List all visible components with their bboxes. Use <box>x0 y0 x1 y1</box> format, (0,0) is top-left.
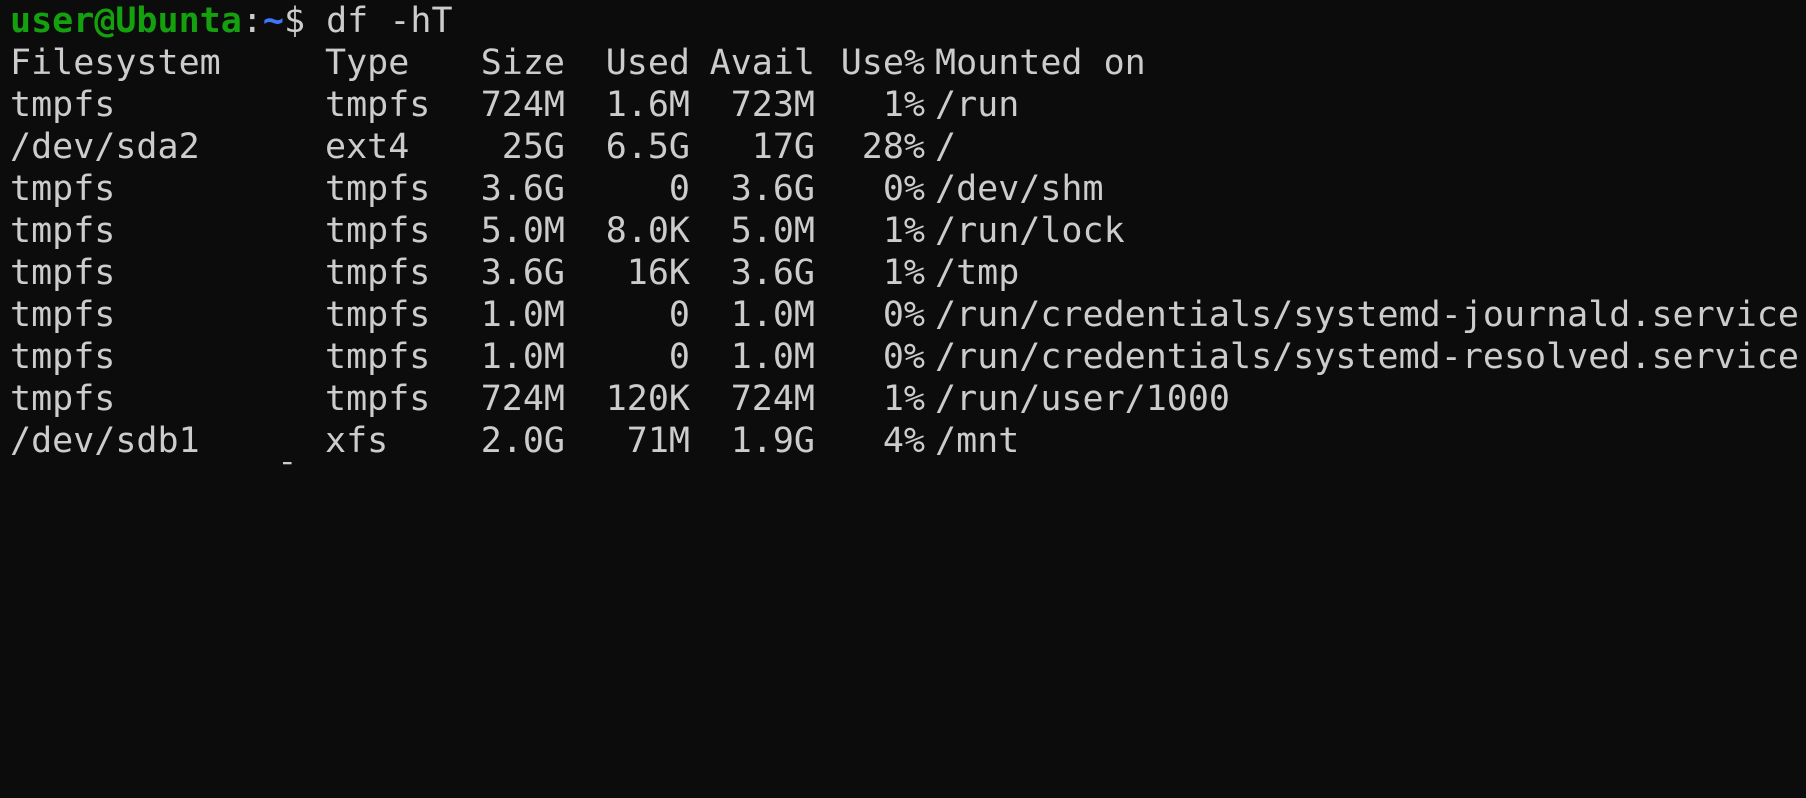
header-used: Used <box>605 43 690 83</box>
cell-size: 5.0M <box>480 211 565 251</box>
cell-avail: 17G <box>751 127 815 167</box>
cell-mounted-on: /dev/shm <box>935 169 1104 209</box>
terminal-window[interactable]: user@Ubunta:~$ df -hT Filesystem Type Si… <box>10 0 1806 470</box>
cell-size: 3.6G <box>480 253 565 293</box>
cell-size: 724M <box>480 85 565 125</box>
cell-used: 6.5G <box>605 127 690 167</box>
cell-type: tmpfs <box>325 295 431 335</box>
header-mounted-on: Mounted on <box>935 43 1146 83</box>
cell-filesystem: tmpfs <box>10 85 116 125</box>
cell-size: 724M <box>480 379 565 419</box>
cell-used: 0 <box>668 295 690 335</box>
cell-size: 25G <box>501 127 565 167</box>
cell-mounted-on: /tmp <box>935 253 1020 293</box>
cell-filesystem: tmpfs <box>10 379 116 419</box>
cell-size: 3.6G <box>480 169 565 209</box>
cell-use-percent: 28% <box>861 127 925 167</box>
table-row: tmpfs tmpfs 3.6G 0 3.6G 0% /dev/shm <box>10 168 1806 210</box>
header-type: Type <box>325 43 410 83</box>
cell-type: xfs <box>325 421 389 461</box>
cell-type: tmpfs <box>325 253 431 293</box>
cell-use-percent: 4% <box>882 421 925 461</box>
table-row: /dev/sda2 ext4 25G 6.5G 17G 28% / <box>10 126 1806 168</box>
cell-filesystem: /dev/sdb1 <box>10 421 200 461</box>
cell-type: tmpfs <box>325 379 431 419</box>
cell-avail: 1.9G <box>730 421 815 461</box>
cell-use-percent: 1% <box>882 211 925 251</box>
cell-avail: 723M <box>730 85 815 125</box>
cell-use-percent: 0% <box>882 295 925 335</box>
cell-type: tmpfs <box>325 85 431 125</box>
cell-filesystem: tmpfs <box>10 337 116 377</box>
cell-filesystem: /dev/sda2 <box>10 127 200 167</box>
header-size: Size <box>480 43 565 83</box>
cell-used: 120K <box>605 379 690 419</box>
cell-size: 1.0M <box>480 337 565 377</box>
cell-use-percent: 0% <box>882 169 925 209</box>
cell-filesystem: tmpfs <box>10 169 116 209</box>
table-row: tmpfs tmpfs 724M 120K 724M 1% /run/user/… <box>10 378 1806 420</box>
cell-type: ext4 <box>325 127 410 167</box>
cell-mounted-on: /run/user/1000 <box>935 379 1231 419</box>
cell-size: 1.0M <box>480 295 565 335</box>
header-use-percent: Use% <box>840 43 925 83</box>
cell-used: 16K <box>626 253 690 293</box>
cell-filesystem: tmpfs <box>10 295 116 335</box>
cell-avail: 5.0M <box>730 211 815 251</box>
cell-used: 0 <box>668 169 690 209</box>
cell-type: tmpfs <box>325 337 431 377</box>
cell-used: 0 <box>668 337 690 377</box>
cell-avail: 3.6G <box>730 253 815 293</box>
prompt-user-host: user@Ubunta <box>10 1 242 41</box>
cell-used: 1.6M <box>605 85 690 125</box>
table-row: tmpfs tmpfs 724M 1.6M 723M 1% /run <box>10 84 1806 126</box>
cell-used: 71M <box>626 421 690 461</box>
cell-mounted-on: /run/credentials/systemd-resolved.servic… <box>935 337 1799 377</box>
cell-type: tmpfs <box>325 169 431 209</box>
cell-mounted-on: / <box>935 127 957 167</box>
table-row: tmpfs tmpfs 1.0M 0 1.0M 0% /run/credenti… <box>10 294 1806 336</box>
cell-filesystem: tmpfs <box>10 211 116 251</box>
cell-filesystem: tmpfs <box>10 253 116 293</box>
text-cursor: ▀ <box>283 462 297 468</box>
command-text: df -hT <box>305 1 453 41</box>
cell-type: tmpfs <box>325 211 431 251</box>
header-filesystem: Filesystem <box>10 43 221 83</box>
table-row: tmpfs tmpfs 1.0M 0 1.0M 0% /run/credenti… <box>10 336 1806 378</box>
cell-mounted-on: /run/lock <box>935 211 1125 251</box>
prompt-path: ~ <box>262 1 284 41</box>
cell-avail: 1.0M <box>730 337 815 377</box>
cell-mounted-on: /run <box>935 85 1020 125</box>
table-row: tmpfs tmpfs 5.0M 8.0K 5.0M 1% /run/lock <box>10 210 1806 252</box>
table-row: /dev/sdb1 xfs 2.0G 71M 1.9G 4% /mnt <box>10 420 1806 462</box>
cell-avail: 3.6G <box>730 169 815 209</box>
cell-used: 8.0K <box>605 211 690 251</box>
cell-mounted-on: /mnt <box>935 421 1020 461</box>
prompt-line: user@Ubunta:~$ df -hT <box>10 0 1806 42</box>
cell-mounted-on: /run/credentials/systemd-journald.servic… <box>935 295 1799 335</box>
cell-avail: 1.0M <box>730 295 815 335</box>
prompt-dollar: $ <box>283 1 306 41</box>
cell-use-percent: 1% <box>882 253 925 293</box>
cell-use-percent: 1% <box>882 379 925 419</box>
header-avail: Avail <box>709 43 815 83</box>
cell-avail: 724M <box>730 379 815 419</box>
cell-use-percent: 0% <box>882 337 925 377</box>
prompt-colon: : <box>241 1 263 41</box>
table-row: tmpfs tmpfs 3.6G 16K 3.6G 1% /tmp <box>10 252 1806 294</box>
cell-size: 2.0G <box>480 421 565 461</box>
table-header: Filesystem Type Size Used Avail Use% Mou… <box>10 42 1806 84</box>
cell-use-percent: 1% <box>882 85 925 125</box>
